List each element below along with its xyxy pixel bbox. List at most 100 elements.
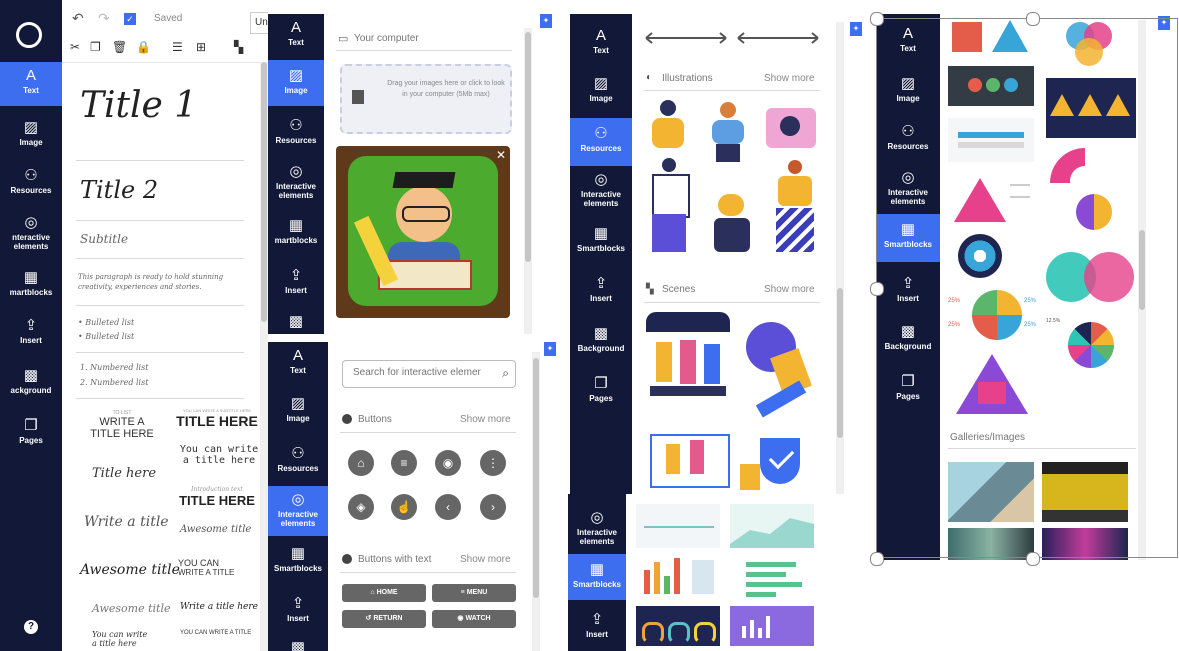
nav-interactive[interactable]: ◎ Interactive elements bbox=[568, 510, 626, 547]
scene-illustration[interactable] bbox=[646, 312, 730, 412]
watch-text-button[interactable]: ◉ WATCH bbox=[432, 610, 516, 628]
tab-partial[interactable]: Un bbox=[250, 12, 268, 34]
search-icon[interactable]: ⌕ bbox=[502, 366, 509, 381]
nav-interactive[interactable]: ◎ Interactive elements bbox=[268, 486, 328, 536]
nav-smartblocks[interactable]: ▦ Smartblocks bbox=[268, 546, 328, 574]
illustration-person[interactable] bbox=[772, 160, 818, 254]
pin-icon[interactable]: ✦ bbox=[544, 342, 556, 356]
nav-background[interactable]: ▩ Background bbox=[876, 324, 940, 352]
nav-interactive[interactable]: ◎ Interactive elements bbox=[570, 172, 632, 209]
nav-background[interactable]: ▩ Background bbox=[570, 326, 632, 354]
resize-handle[interactable] bbox=[870, 282, 884, 296]
chart-thumbnail[interactable] bbox=[636, 504, 720, 548]
smartblock-thumbnail[interactable] bbox=[1046, 148, 1136, 218]
location-button[interactable]: ◈ bbox=[348, 494, 374, 520]
smartblock-thumbnail[interactable] bbox=[948, 352, 1034, 420]
nav-image[interactable]: ▨ Image bbox=[570, 76, 632, 104]
menu-text-button[interactable]: ≡ MENU bbox=[432, 584, 516, 602]
arrows-row[interactable] bbox=[642, 28, 822, 48]
scene-illustration[interactable] bbox=[736, 312, 820, 418]
combo-title[interactable]: Write a title bbox=[84, 514, 169, 530]
chart-thumbnail[interactable] bbox=[730, 554, 814, 600]
smartblock-thumbnail[interactable] bbox=[948, 18, 1034, 58]
combo-title[interactable]: Write a title here bbox=[180, 602, 258, 612]
nav-insert[interactable]: ⇪ Insert bbox=[0, 318, 62, 346]
smartblock-thumbnail[interactable] bbox=[948, 66, 1034, 106]
return-text-button[interactable]: ↺ RETURN bbox=[342, 610, 426, 628]
scrollbar[interactable] bbox=[532, 352, 540, 651]
layers-icon[interactable]: ☰ bbox=[172, 40, 183, 54]
resize-handle[interactable] bbox=[1026, 12, 1040, 26]
help-icon[interactable]: ? bbox=[24, 620, 38, 634]
scrollbar[interactable] bbox=[260, 62, 268, 651]
combo-title[interactable]: Awesome title bbox=[80, 562, 180, 578]
nav-insert[interactable]: ⇪ Insert bbox=[570, 276, 632, 304]
nav-image[interactable]: ▨ Image bbox=[0, 120, 62, 148]
nav-smartblocks[interactable]: ▦ Smartblocks bbox=[570, 226, 632, 254]
smartblock-thumbnail[interactable]: 12.5% bbox=[1046, 314, 1136, 376]
nav-resources[interactable]: ⚇ Resources bbox=[876, 124, 940, 152]
subtitle-sample[interactable]: Subtitle bbox=[80, 232, 128, 246]
redo-icon[interactable]: ↷ bbox=[98, 10, 110, 27]
nav-insert[interactable]: ⇪ Insert bbox=[568, 612, 626, 640]
next-button[interactable]: › bbox=[480, 494, 506, 520]
cut-icon[interactable]: ✂ bbox=[70, 40, 80, 54]
combo-title[interactable]: Awesome title bbox=[92, 602, 170, 615]
previous-button[interactable]: ‹ bbox=[435, 494, 461, 520]
illustration-person[interactable] bbox=[766, 102, 818, 154]
nav-interactive[interactable]: ◎ Interactive elements bbox=[876, 170, 940, 207]
nav-insert[interactable]: ⇪ Insert bbox=[268, 268, 324, 296]
smartblock-thumbnail[interactable] bbox=[1046, 20, 1136, 74]
smartblock-thumbnail[interactable] bbox=[948, 174, 1034, 224]
align-icon[interactable]: ⊞ bbox=[196, 40, 206, 54]
nav-background[interactable]: ▩ bbox=[268, 640, 328, 651]
scrollbar-thumb[interactable] bbox=[1139, 230, 1145, 310]
chart-thumbnail[interactable] bbox=[636, 554, 720, 600]
home-text-button[interactable]: ⌂ HOME bbox=[342, 584, 426, 602]
scrollbar-thumb[interactable] bbox=[837, 288, 843, 438]
chart-thumbnail[interactable] bbox=[636, 606, 720, 646]
illustration-person[interactable] bbox=[708, 194, 758, 254]
nav-smartblocks[interactable]: ▦ Smartblocks bbox=[568, 554, 626, 600]
nav-image[interactable]: ▨ Image bbox=[268, 396, 328, 424]
upload-dropzone[interactable]: Drag your images here or click to look i… bbox=[340, 64, 512, 134]
smartblock-thumbnail[interactable]: 25% 25% 25% 25% bbox=[948, 288, 1036, 344]
smartblock-thumbnail[interactable] bbox=[948, 118, 1034, 162]
search-input[interactable] bbox=[351, 366, 495, 379]
combo-title[interactable]: YOU CAN WRITE A TITLE bbox=[178, 558, 268, 577]
numbered-item[interactable]: 2. Numbered list bbox=[80, 378, 148, 387]
scene-illustration[interactable] bbox=[740, 424, 820, 494]
chart-thumbnail[interactable] bbox=[730, 606, 814, 646]
nav-pages[interactable]: ❐ Pages bbox=[0, 418, 62, 446]
nav-resources[interactable]: ⚇ Resources bbox=[0, 168, 62, 196]
illustration-person[interactable] bbox=[648, 100, 688, 156]
combo-title[interactable]: You can write a title here bbox=[174, 444, 264, 466]
pin-icon[interactable]: ✦ bbox=[1158, 16, 1170, 30]
nav-text[interactable]: A Text bbox=[0, 62, 62, 106]
numbered-item[interactable]: 1. Numbered list bbox=[80, 363, 148, 372]
nav-interactive[interactable]: ◎ nteractive elements bbox=[0, 215, 62, 252]
nav-pages[interactable]: ❐ Pages bbox=[570, 376, 632, 404]
combo-title[interactable]: Introduction text TITLE HERE bbox=[172, 486, 262, 508]
resize-handle[interactable] bbox=[870, 12, 884, 26]
smartblock-thumbnail[interactable] bbox=[1046, 250, 1136, 306]
delete-icon[interactable]: 🗑 bbox=[112, 40, 127, 54]
app-logo[interactable] bbox=[16, 22, 42, 48]
title2-sample[interactable]: Title 2 bbox=[80, 176, 158, 204]
nav-smartblocks[interactable]: ▦ Smartblocks bbox=[876, 214, 940, 262]
view-button[interactable]: ◉ bbox=[435, 450, 461, 476]
title1-sample[interactable]: Title 1 bbox=[80, 85, 197, 126]
scrollbar-thumb[interactable] bbox=[533, 358, 539, 598]
scrollbar-thumb[interactable] bbox=[525, 32, 531, 262]
close-icon[interactable]: ✕ bbox=[496, 148, 506, 162]
smartblock-thumbnail[interactable] bbox=[1046, 194, 1136, 238]
nav-background[interactable]: ▩ bbox=[268, 314, 324, 332]
scene-illustration[interactable] bbox=[646, 424, 730, 494]
image-thumbnail[interactable]: ✕ bbox=[336, 146, 510, 318]
nav-resources[interactable]: ⚇ Resources bbox=[268, 446, 328, 474]
chart-thumbnail[interactable] bbox=[730, 504, 814, 548]
nav-smartblocks[interactable]: ▦ martblocks bbox=[268, 218, 324, 246]
nav-smartblocks[interactable]: ▦ martblocks bbox=[0, 270, 62, 298]
gallery-thumbnail[interactable] bbox=[948, 462, 1034, 522]
pin-icon[interactable]: ✦ bbox=[540, 14, 552, 28]
